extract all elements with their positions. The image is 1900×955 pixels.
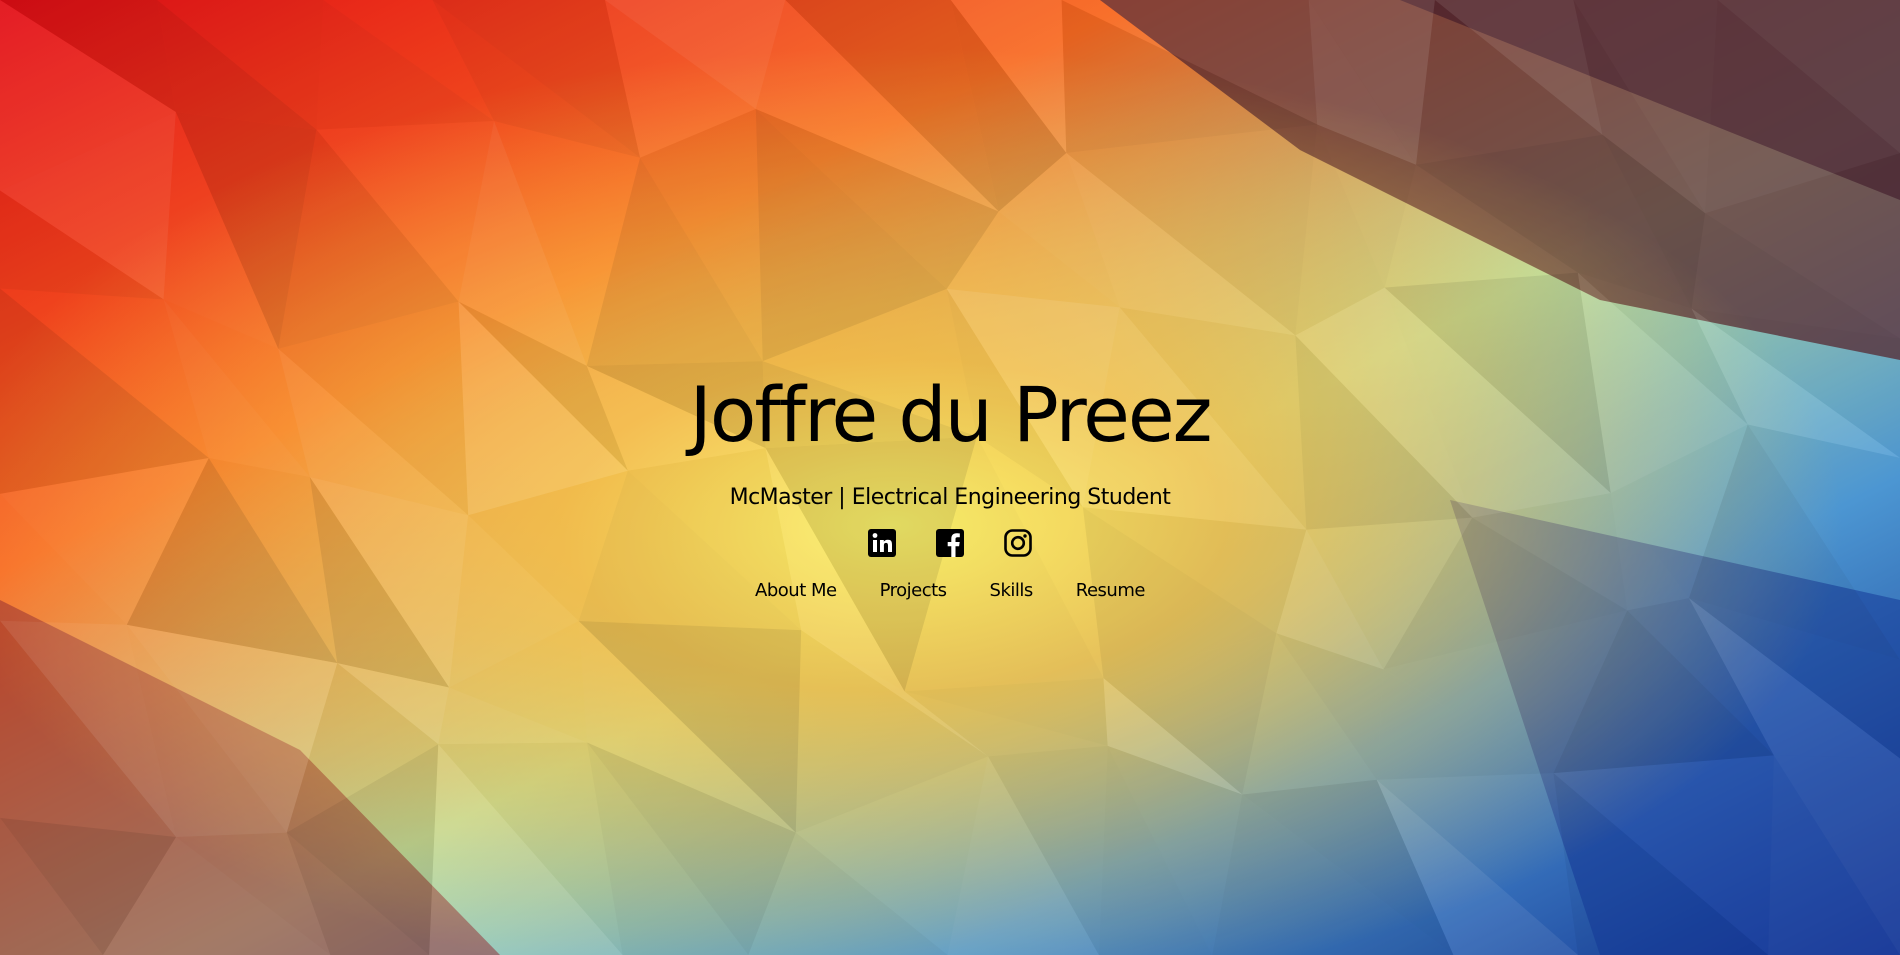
nav-link-about-me[interactable]: About Me xyxy=(755,578,837,608)
nav-link-projects[interactable]: Projects xyxy=(880,578,947,608)
hero-section: Joffre du Preez McMaster | Electrical En… xyxy=(0,0,1900,955)
instagram-link[interactable] xyxy=(1003,528,1033,558)
nav-link-skills[interactable]: Skills xyxy=(990,578,1034,608)
main-nav: About Me Projects Skills Resume xyxy=(0,578,1900,608)
facebook-icon xyxy=(936,529,964,557)
page-title: Joffre du Preez xyxy=(689,370,1213,459)
nav-link-resume[interactable]: Resume xyxy=(1076,578,1146,608)
page-subtitle: McMaster | Electrical Engineering Studen… xyxy=(729,485,1171,510)
facebook-link[interactable] xyxy=(935,528,965,558)
instagram-icon xyxy=(1004,529,1032,557)
linkedin-link[interactable] xyxy=(867,528,897,558)
linkedin-icon xyxy=(868,529,896,557)
social-links xyxy=(0,528,1900,560)
